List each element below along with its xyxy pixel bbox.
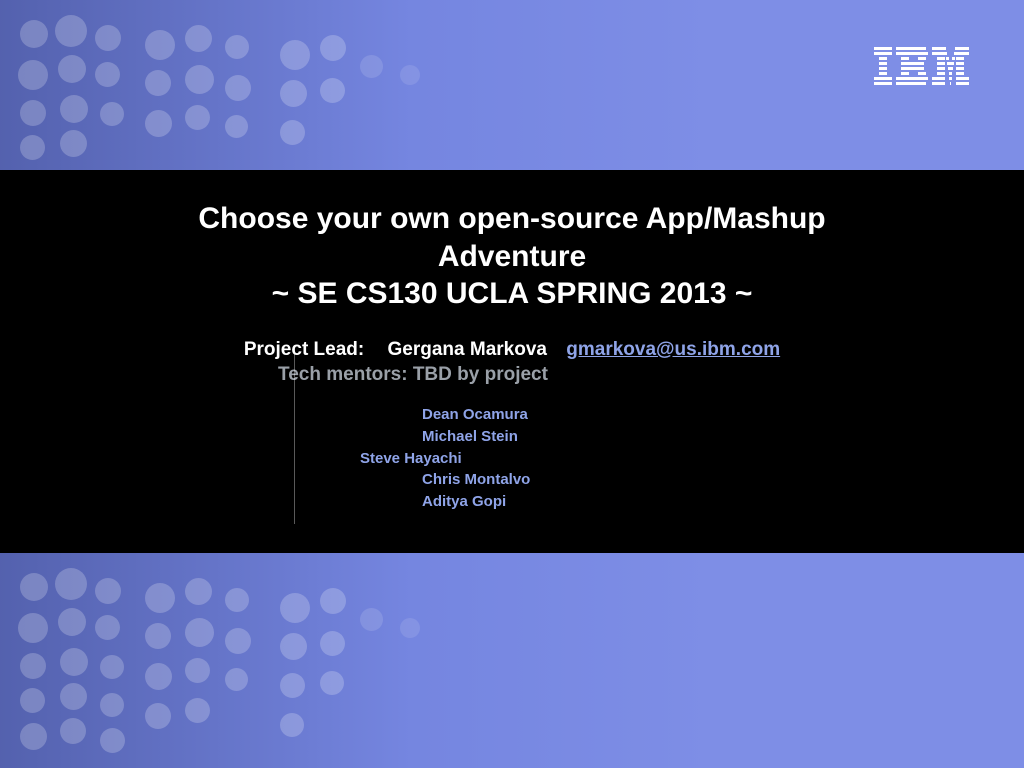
ibm-logo <box>874 47 969 85</box>
mentor-name-3: Steve Hayachi <box>360 448 974 470</box>
background-pattern-bottom <box>0 553 1024 768</box>
slide-title: Choose your own open-source App/Mashup A… <box>132 200 892 275</box>
mentor-name-5: Aditya Gopi <box>422 491 974 513</box>
title-band: Choose your own open-source App/Mashup A… <box>0 170 1024 553</box>
divider-line <box>294 354 295 524</box>
tech-mentors-line: Tech mentors: TBD by project <box>0 364 974 386</box>
lead-email-link[interactable]: gmarkova@us.ibm.com <box>566 339 780 360</box>
mentor-name-1: Dean Ocamura <box>422 404 974 426</box>
mentor-name-4: Chris Montalvo <box>422 469 974 491</box>
background-pattern-top <box>0 0 1024 170</box>
slide-subtitle: ~ SE CS130 UCLA SPRING 2013 ~ <box>50 277 974 311</box>
project-lead-line: Project Lead: Gergana Markova gmarkova@u… <box>50 339 974 361</box>
lead-label: Project Lead: <box>244 339 364 360</box>
mentor-name-2: Michael Stein <box>422 426 974 448</box>
mentor-names: Dean Ocamura Michael Stein Steve Hayachi… <box>422 404 974 513</box>
lead-name: Gergana Markova <box>388 339 547 360</box>
